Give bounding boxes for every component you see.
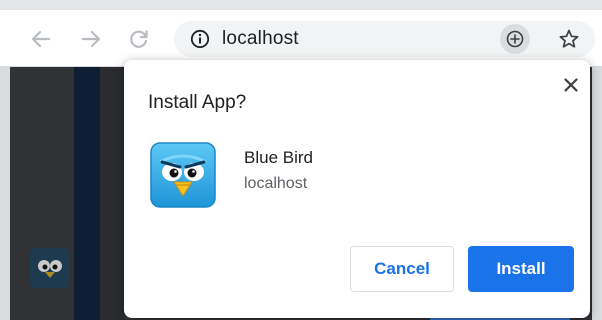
app-name: Blue Bird (244, 148, 313, 167)
reload-button[interactable] (126, 26, 152, 52)
page-app-icon (30, 248, 70, 288)
forward-button[interactable] (78, 26, 104, 52)
info-icon[interactable] (190, 29, 210, 49)
tab-strip (0, 0, 602, 10)
page-edge (592, 67, 602, 320)
bird-icon (38, 260, 62, 278)
address-bar[interactable]: localhost (174, 21, 595, 57)
arrow-left-icon (31, 30, 51, 48)
close-button[interactable] (560, 74, 582, 96)
install-app-button[interactable] (500, 24, 530, 54)
page-sidebar (74, 67, 100, 320)
install-plus-icon (506, 30, 524, 48)
url-text: localhost (222, 28, 299, 49)
reload-icon (130, 30, 148, 48)
close-icon (564, 78, 578, 92)
star-icon (559, 29, 579, 48)
page-edge (0, 67, 10, 320)
blue-bird-app-icon (150, 142, 216, 208)
browser-toolbar: localhost (0, 10, 602, 67)
install-button[interactable]: Install (468, 246, 574, 292)
dialog-title: Install App? (148, 92, 247, 113)
arrow-right-icon (81, 30, 101, 48)
install-app-dialog: Install App? Blue Bird localhost Cancel … (124, 60, 590, 318)
back-button[interactable] (28, 26, 54, 52)
bookmark-button[interactable] (556, 26, 582, 52)
app-origin: localhost (244, 175, 308, 192)
page-column (100, 67, 124, 320)
cancel-button[interactable]: Cancel (350, 246, 454, 292)
